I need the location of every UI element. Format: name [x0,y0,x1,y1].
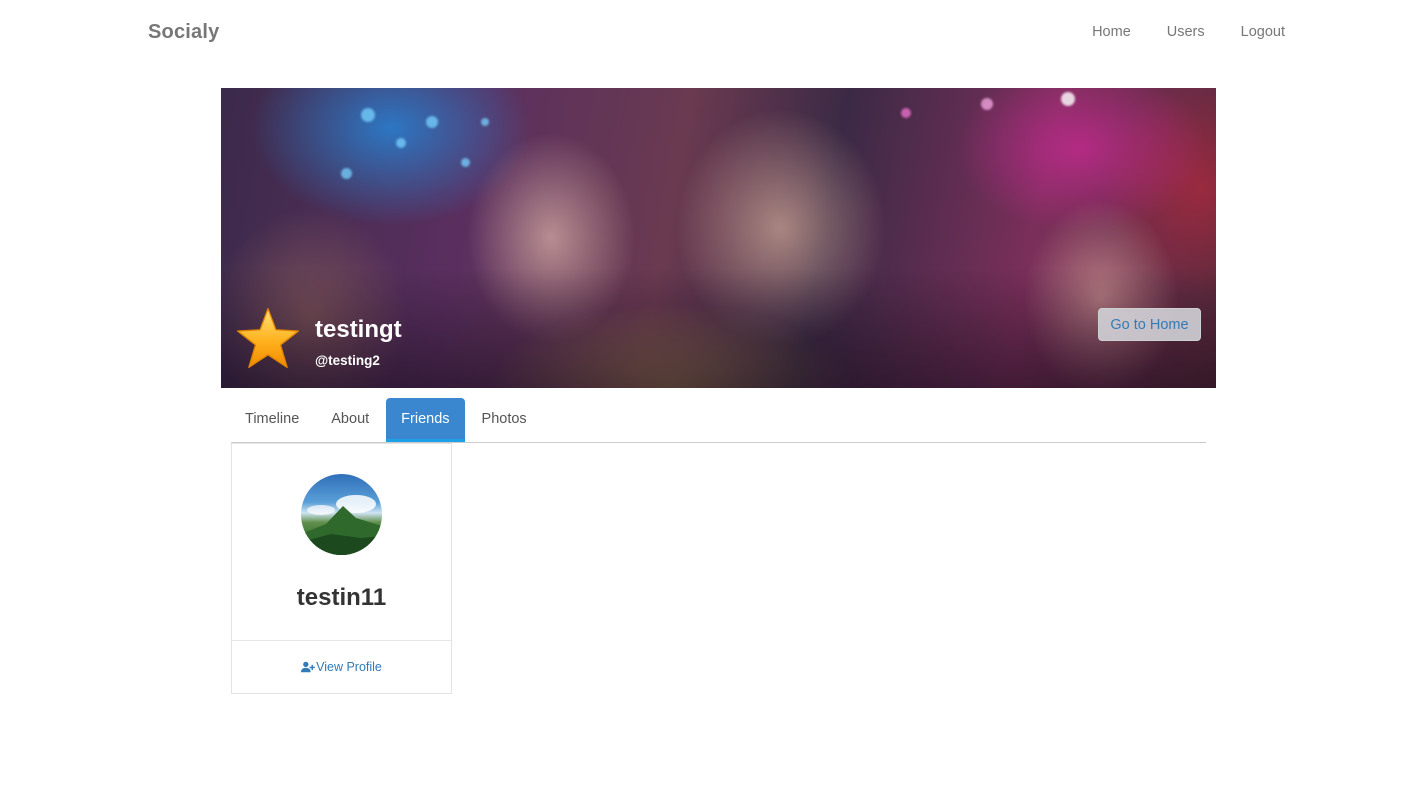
friend-name: testin11 [296,584,387,611]
cover-sparkle [361,108,375,122]
cover-sparkle [426,116,438,128]
nav-links: Home Users Logout [1074,24,1285,40]
profile-tabs: Timeline About Friends Photos [231,398,1206,443]
cover-sparkle [396,138,406,148]
cover-photo: testingt @testing2 Go to Home [221,88,1216,388]
cover-sparkle [481,118,489,126]
view-profile-link[interactable]: View Profile [232,660,451,674]
cover-sparkle [981,98,993,110]
cover-sparkle [1061,92,1075,106]
star-icon [236,307,300,369]
tab-about[interactable]: About [316,398,384,440]
friend-avatar[interactable] [301,474,382,555]
navbar: Socialy Home Users Logout [0,0,1411,66]
profile-name: testingt [315,316,402,343]
tab-timeline[interactable]: Timeline [231,398,314,440]
cover-sparkle [461,158,470,167]
brand-logo[interactable]: Socialy [148,21,219,44]
profile-handle: @testing2 [315,353,380,368]
friend-card: testin11 View Profile [231,443,452,694]
card-divider [232,640,451,641]
go-to-home-button[interactable]: Go to Home [1098,308,1201,341]
view-profile-label: View Profile [316,660,382,674]
user-plus-icon [301,661,315,673]
nav-link-logout[interactable]: Logout [1223,24,1285,40]
tab-friends[interactable]: Friends [386,398,465,442]
cover-sparkle [341,168,352,179]
cover-sparkle [901,108,911,118]
mountain-landscape-icon [301,495,382,555]
nav-link-users[interactable]: Users [1149,24,1223,40]
nav-link-home[interactable]: Home [1074,24,1149,40]
tab-photos[interactable]: Photos [467,398,542,440]
